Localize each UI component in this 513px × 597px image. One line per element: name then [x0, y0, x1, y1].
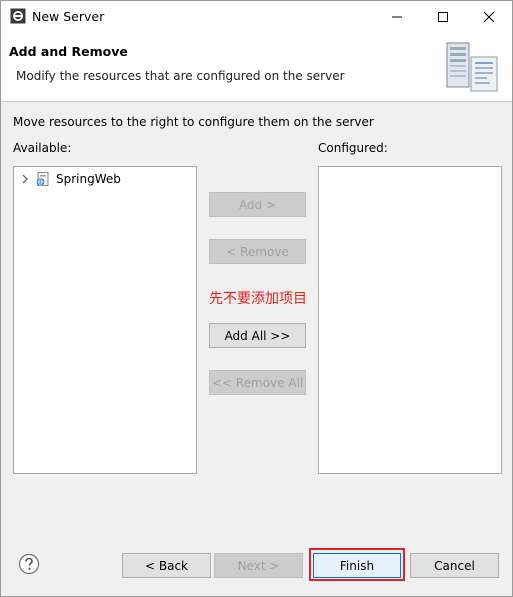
finish-button[interactable]: Finish — [313, 553, 401, 578]
instruction-text: Move resources to the right to configure… — [13, 115, 374, 129]
new-server-dialog: New Server Add and Remove Modify the res… — [0, 0, 513, 597]
title-bar[interactable]: New Server — [1, 1, 512, 32]
wizard-footer: < Back Next > Finish Cancel — [1, 536, 512, 596]
maximize-button[interactable] — [420, 1, 466, 32]
next-button[interactable]: Next > — [214, 553, 303, 578]
tree-item-springweb[interactable]: SpringWeb — [19, 171, 121, 187]
minimize-icon — [392, 16, 402, 17]
tree-item-label: SpringWeb — [56, 172, 121, 186]
close-icon — [484, 11, 494, 22]
remove-button[interactable]: < Remove — [209, 239, 306, 264]
add-all-button[interactable]: Add All >> — [209, 323, 306, 348]
back-button[interactable]: < Back — [122, 553, 211, 578]
help-icon[interactable] — [18, 553, 40, 575]
configured-list[interactable] — [318, 166, 502, 474]
available-list[interactable]: SpringWeb — [13, 166, 197, 474]
window-title: New Server — [32, 9, 105, 24]
web-project-icon — [36, 172, 49, 186]
cancel-button[interactable]: Cancel — [410, 553, 499, 578]
server-banner-icon — [446, 42, 498, 92]
page-description: Modify the resources that are configured… — [16, 69, 345, 83]
remove-all-button[interactable]: << Remove All — [209, 370, 306, 395]
available-label: Available: — [13, 141, 72, 155]
page-title: Add and Remove — [9, 44, 128, 59]
wizard-header: Add and Remove Modify the resources that… — [1, 32, 512, 102]
annotation-note: 先不要添加项目 — [209, 291, 307, 307]
add-button[interactable]: Add > — [209, 192, 306, 217]
maximize-icon — [438, 11, 448, 22]
close-button[interactable] — [466, 1, 512, 32]
expand-arrow-icon[interactable] — [19, 171, 31, 187]
eclipse-app-icon — [10, 8, 26, 24]
configured-label: Configured: — [318, 141, 388, 155]
wizard-body: Move resources to the right to configure… — [1, 102, 512, 536]
minimize-button[interactable] — [374, 1, 420, 32]
